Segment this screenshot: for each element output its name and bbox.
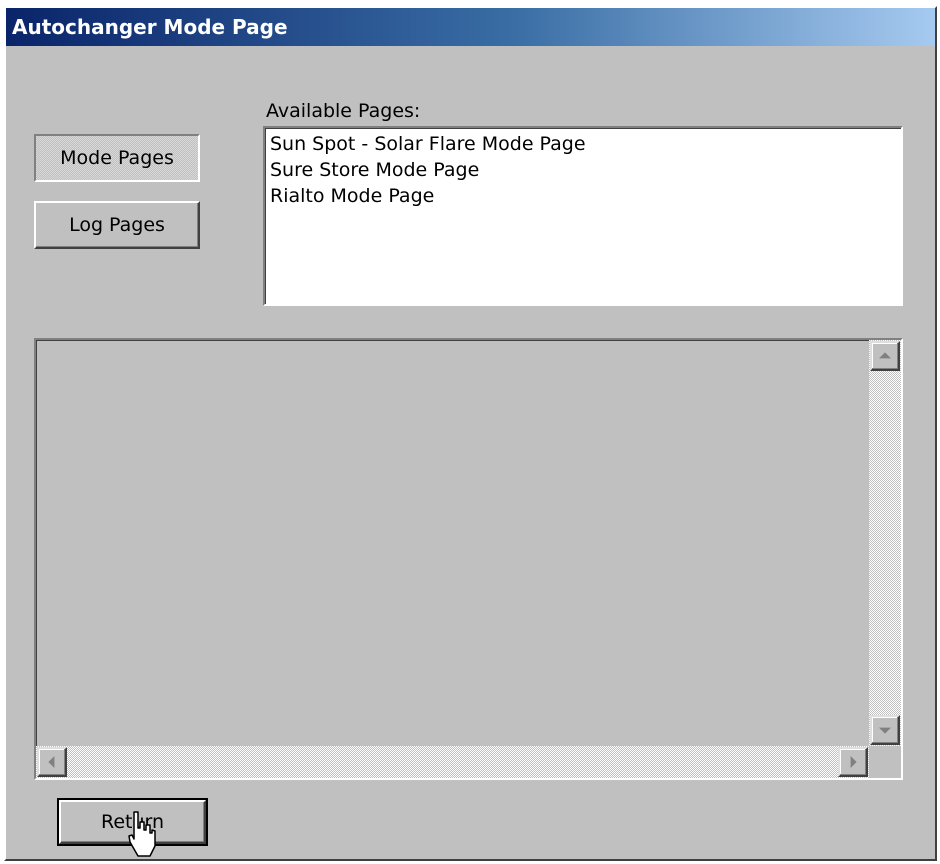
scroll-right-button[interactable] (838, 747, 868, 777)
mode-pages-button[interactable]: Mode Pages (34, 134, 200, 182)
list-item[interactable]: Sun Spot - Solar Flare Mode Page (270, 131, 896, 157)
scroll-right-arrow-icon (850, 756, 857, 768)
hand-pointer-cursor-icon (128, 811, 156, 857)
window-title: Autochanger Mode Page (12, 15, 288, 39)
log-pages-button[interactable]: Log Pages (34, 201, 200, 249)
available-pages-list[interactable]: Sun Spot - Solar Flare Mode Page Sure St… (263, 126, 903, 306)
available-pages-label: Available Pages: (266, 100, 421, 122)
scroll-down-arrow-icon (879, 727, 891, 734)
autochanger-mode-page-window: Autochanger Mode Page Mode Pages Log Pag… (4, 6, 937, 861)
mode-pages-button-label: Mode Pages (60, 147, 174, 169)
scroll-down-button[interactable] (870, 715, 900, 745)
scroll-left-arrow-icon (48, 756, 55, 768)
vertical-scrollbar[interactable] (869, 340, 901, 746)
scroll-up-arrow-icon (879, 352, 891, 359)
horizontal-scrollbar[interactable] (36, 746, 869, 778)
log-pages-button-label: Log Pages (69, 214, 165, 236)
window-title-bar: Autochanger Mode Page (6, 8, 935, 46)
list-item[interactable]: Sure Store Mode Page (270, 157, 896, 183)
scroll-up-button[interactable] (870, 341, 900, 371)
scrollbar-corner (869, 746, 901, 778)
list-item[interactable]: Rialto Mode Page (270, 183, 896, 209)
mode-page-details-area[interactable] (34, 338, 903, 780)
scroll-left-button[interactable] (37, 747, 67, 777)
